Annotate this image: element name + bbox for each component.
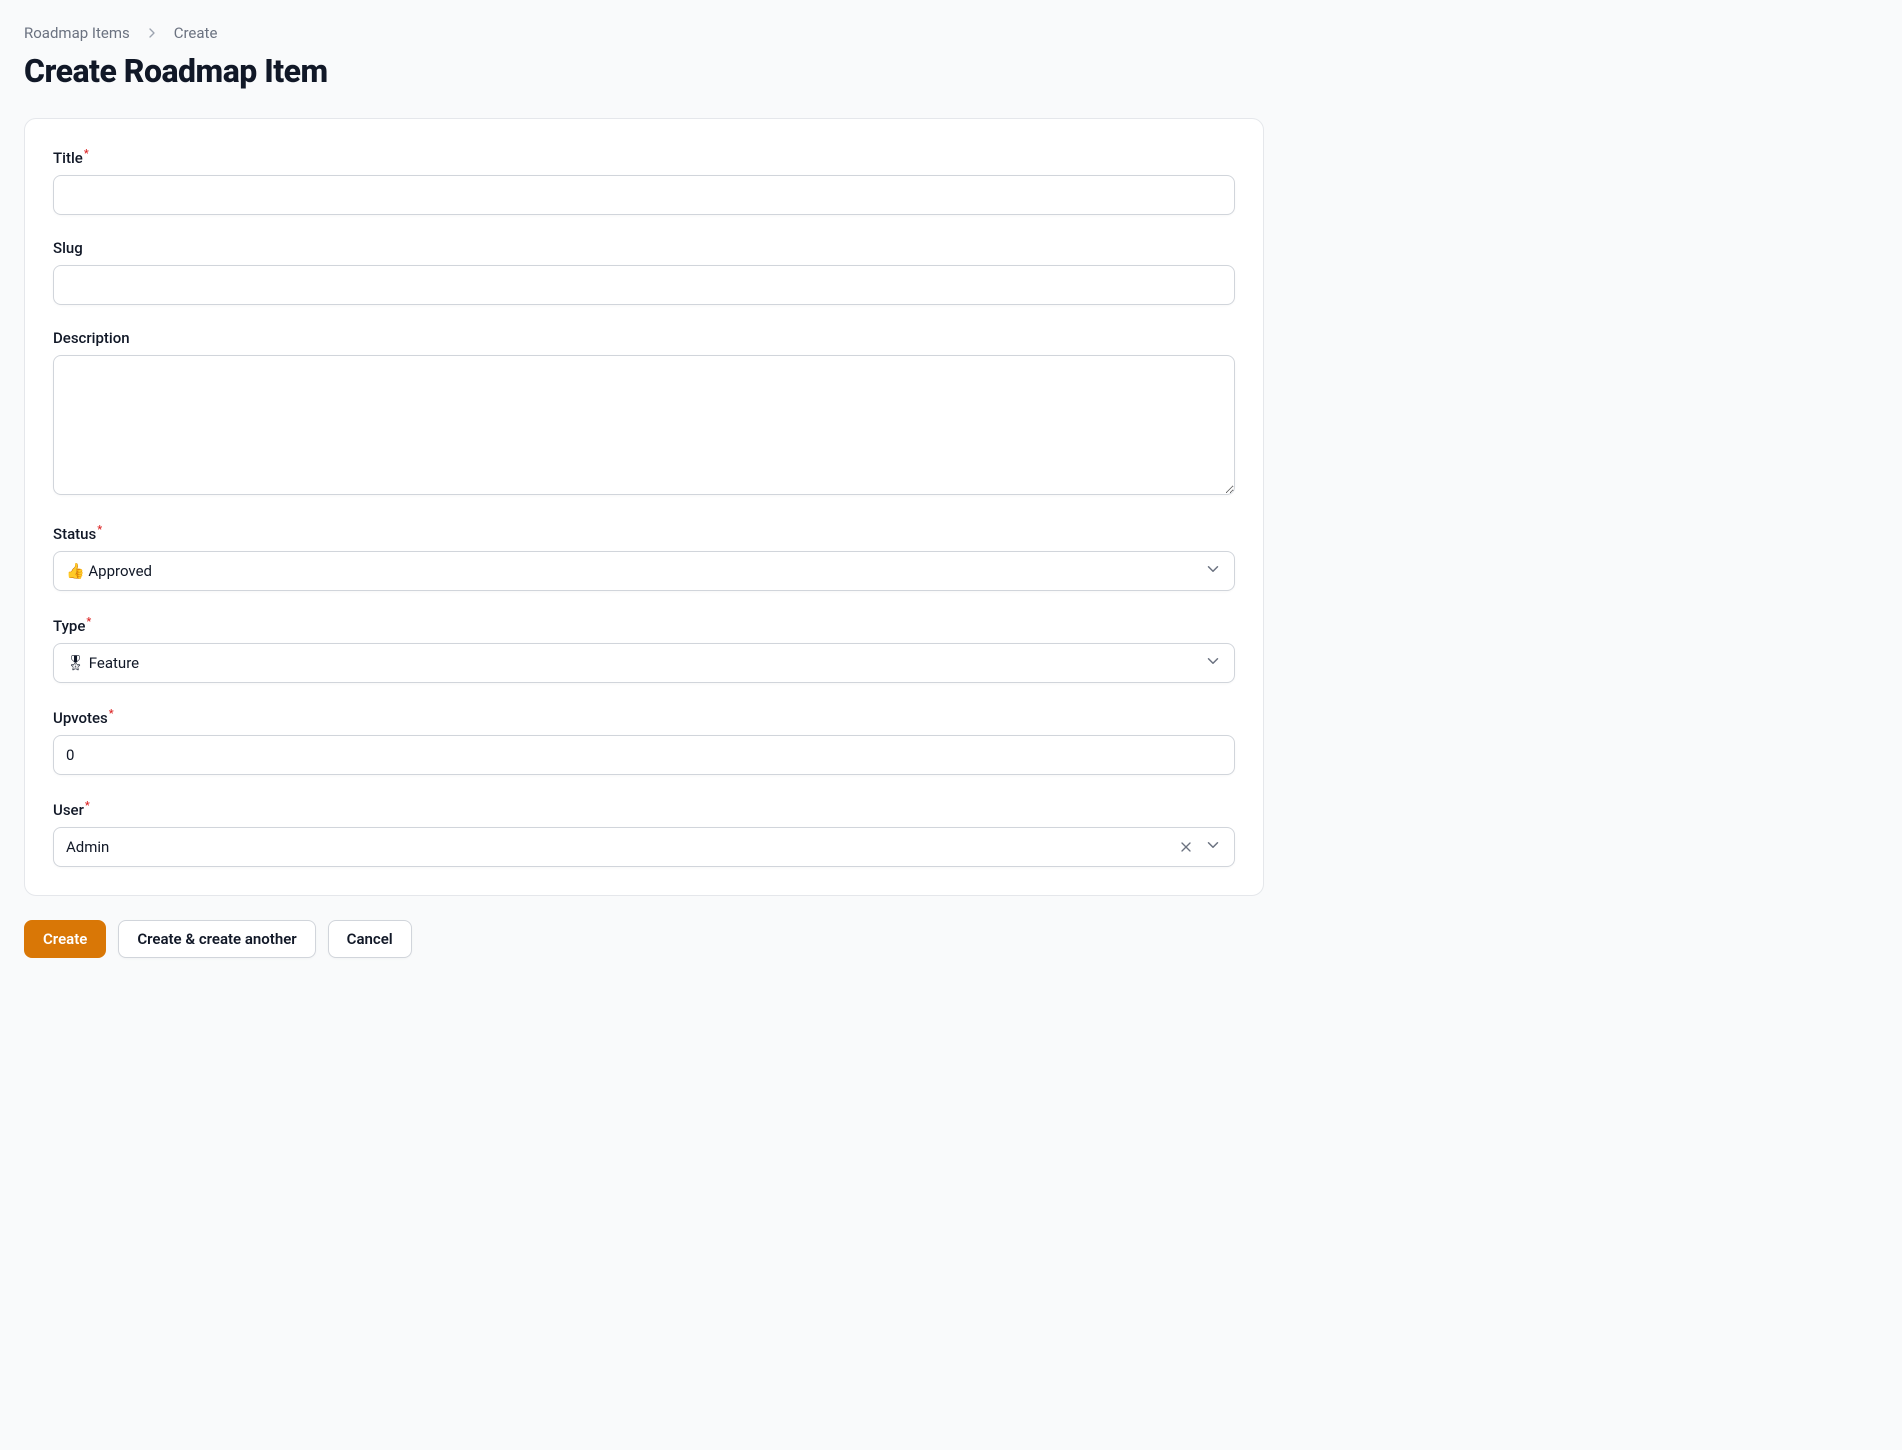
required-asterisk: * [97, 523, 102, 536]
page-title: Create Roadmap Item [24, 52, 1264, 90]
chevron-down-icon [1204, 560, 1222, 582]
close-icon[interactable] [1178, 839, 1194, 855]
chevron-down-icon [1204, 836, 1222, 858]
breadcrumb-current: Create [174, 24, 218, 42]
chevron-down-icon [1204, 652, 1222, 674]
status-select[interactable]: 👍 Approved [53, 551, 1235, 591]
action-buttons: Create Create & create another Cancel [24, 920, 1264, 958]
cancel-button[interactable]: Cancel [328, 920, 412, 958]
required-asterisk: * [109, 707, 114, 720]
type-label: Type* [53, 615, 1235, 635]
upvotes-label: Upvotes* [53, 707, 1235, 727]
type-value: 🎖 Feature [66, 654, 139, 672]
status-label: Status* [53, 523, 1235, 543]
required-asterisk: * [84, 147, 89, 160]
user-select[interactable]: Admin [53, 827, 1235, 867]
status-value: 👍 Approved [66, 562, 152, 580]
type-select[interactable]: 🎖 Feature [53, 643, 1235, 683]
slug-input[interactable] [53, 265, 1235, 305]
title-label: Title* [53, 147, 1235, 167]
chevron-right-icon [144, 25, 160, 41]
title-input[interactable] [53, 175, 1235, 215]
description-input[interactable] [53, 355, 1235, 495]
create-another-button[interactable]: Create & create another [118, 920, 315, 958]
upvotes-input[interactable] [53, 735, 1235, 775]
required-asterisk: * [86, 615, 91, 628]
description-label: Description [53, 329, 1235, 347]
user-label: User* [53, 799, 1235, 819]
slug-label: Slug [53, 239, 1235, 257]
required-asterisk: * [85, 799, 90, 812]
breadcrumb: Roadmap Items Create [24, 24, 1264, 42]
user-value: Admin [66, 838, 109, 856]
breadcrumb-parent-link[interactable]: Roadmap Items [24, 24, 130, 42]
create-button[interactable]: Create [24, 920, 106, 958]
form-card: Title* Slug Description Status* 👍 Approv… [24, 118, 1264, 896]
